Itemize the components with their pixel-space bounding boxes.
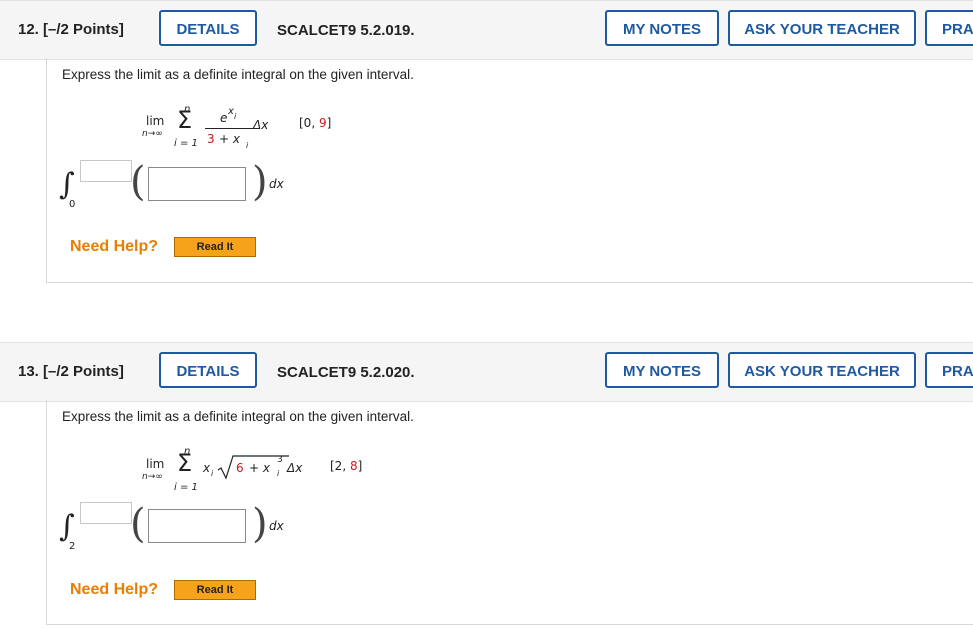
ask-teacher-button[interactable]: ASK YOUR TEACHER — [728, 352, 916, 388]
dx-label: dx — [269, 177, 284, 191]
right-paren: ) — [252, 159, 268, 205]
need-help-label: Need Help? — [70, 581, 159, 598]
integrand-input[interactable] — [148, 509, 246, 543]
denominator-sub: i — [246, 141, 249, 150]
problem-code: SCALCET9 5.2.019. — [277, 22, 415, 39]
radical-const: 6 — [236, 461, 244, 475]
my-notes-button[interactable]: MY NOTES — [605, 10, 719, 46]
question-number: 12. [–/2 Points] — [18, 21, 124, 38]
sigma-icon: Σ — [177, 449, 193, 477]
details-button[interactable]: DETAILS — [159, 10, 257, 46]
question-prompt: Express the limit as a definite integral… — [62, 409, 414, 424]
practice-button[interactable]: PRA — [925, 10, 973, 46]
sigma-icon: Σ — [177, 106, 193, 134]
lower-limit: 0 — [69, 199, 76, 210]
numerator-sub: i — [234, 112, 237, 121]
read-it-button[interactable]: Read It — [174, 580, 256, 600]
question-body: Express the limit as a definite integral… — [46, 400, 973, 625]
upper-limit-input[interactable] — [80, 502, 132, 524]
radical-sub: i — [277, 469, 280, 478]
question-header: 12. [–/2 Points] DETAILS SCALCET9 5.2.01… — [0, 0, 973, 60]
question-body: Express the limit as a definite integral… — [46, 58, 973, 283]
question-number: 13. [–/2 Points] — [18, 363, 124, 380]
practice-button[interactable]: PRA — [925, 352, 973, 388]
problem-code: SCALCET9 5.2.020. — [277, 364, 415, 381]
sum-lower: i = 1 — [174, 138, 198, 149]
factor-sub: i — [211, 469, 214, 478]
need-help-label: Need Help? — [70, 238, 159, 255]
points-label: [–/2 Points] — [43, 363, 124, 380]
points-label: [–/2 Points] — [43, 21, 124, 38]
lim-label: lim — [146, 114, 165, 128]
denominator-rest: + x — [219, 132, 240, 146]
factor-x: x — [203, 461, 211, 475]
lim-subscript: n→∞ — [142, 472, 163, 482]
delta-x: Δx — [287, 461, 303, 475]
lim-label: lim — [146, 457, 165, 471]
details-button[interactable]: DETAILS — [159, 352, 257, 388]
sum-lower: i = 1 — [174, 482, 198, 493]
left-paren: ( — [130, 159, 146, 205]
delta-x: Δx — [253, 118, 269, 132]
numerator-base: e — [220, 111, 228, 125]
lower-limit: 2 — [69, 541, 76, 552]
denominator-const: 3 — [207, 132, 215, 146]
upper-limit-input[interactable] — [80, 160, 132, 182]
dx-label: dx — [269, 519, 284, 533]
interval: [0, 9] — [299, 116, 332, 130]
integrand-input[interactable] — [148, 167, 246, 201]
integral-sign-icon: ∫ — [59, 167, 75, 202]
question-prompt: Express the limit as a definite integral… — [62, 67, 414, 82]
question-header: 13. [–/2 Points] DETAILS SCALCET9 5.2.02… — [0, 342, 973, 402]
integral-sign-icon: ∫ — [59, 509, 75, 544]
radical-rest: + x — [249, 461, 270, 475]
read-it-button[interactable]: Read It — [174, 237, 256, 257]
interval: [2, 8] — [330, 459, 363, 473]
right-paren: ) — [252, 501, 268, 547]
my-notes-button[interactable]: MY NOTES — [605, 352, 719, 388]
lim-subscript: n→∞ — [142, 129, 163, 139]
radical-sup: 3 — [277, 455, 283, 465]
left-paren: ( — [130, 501, 146, 547]
ask-teacher-button[interactable]: ASK YOUR TEACHER — [728, 10, 916, 46]
fraction-bar — [205, 128, 253, 129]
